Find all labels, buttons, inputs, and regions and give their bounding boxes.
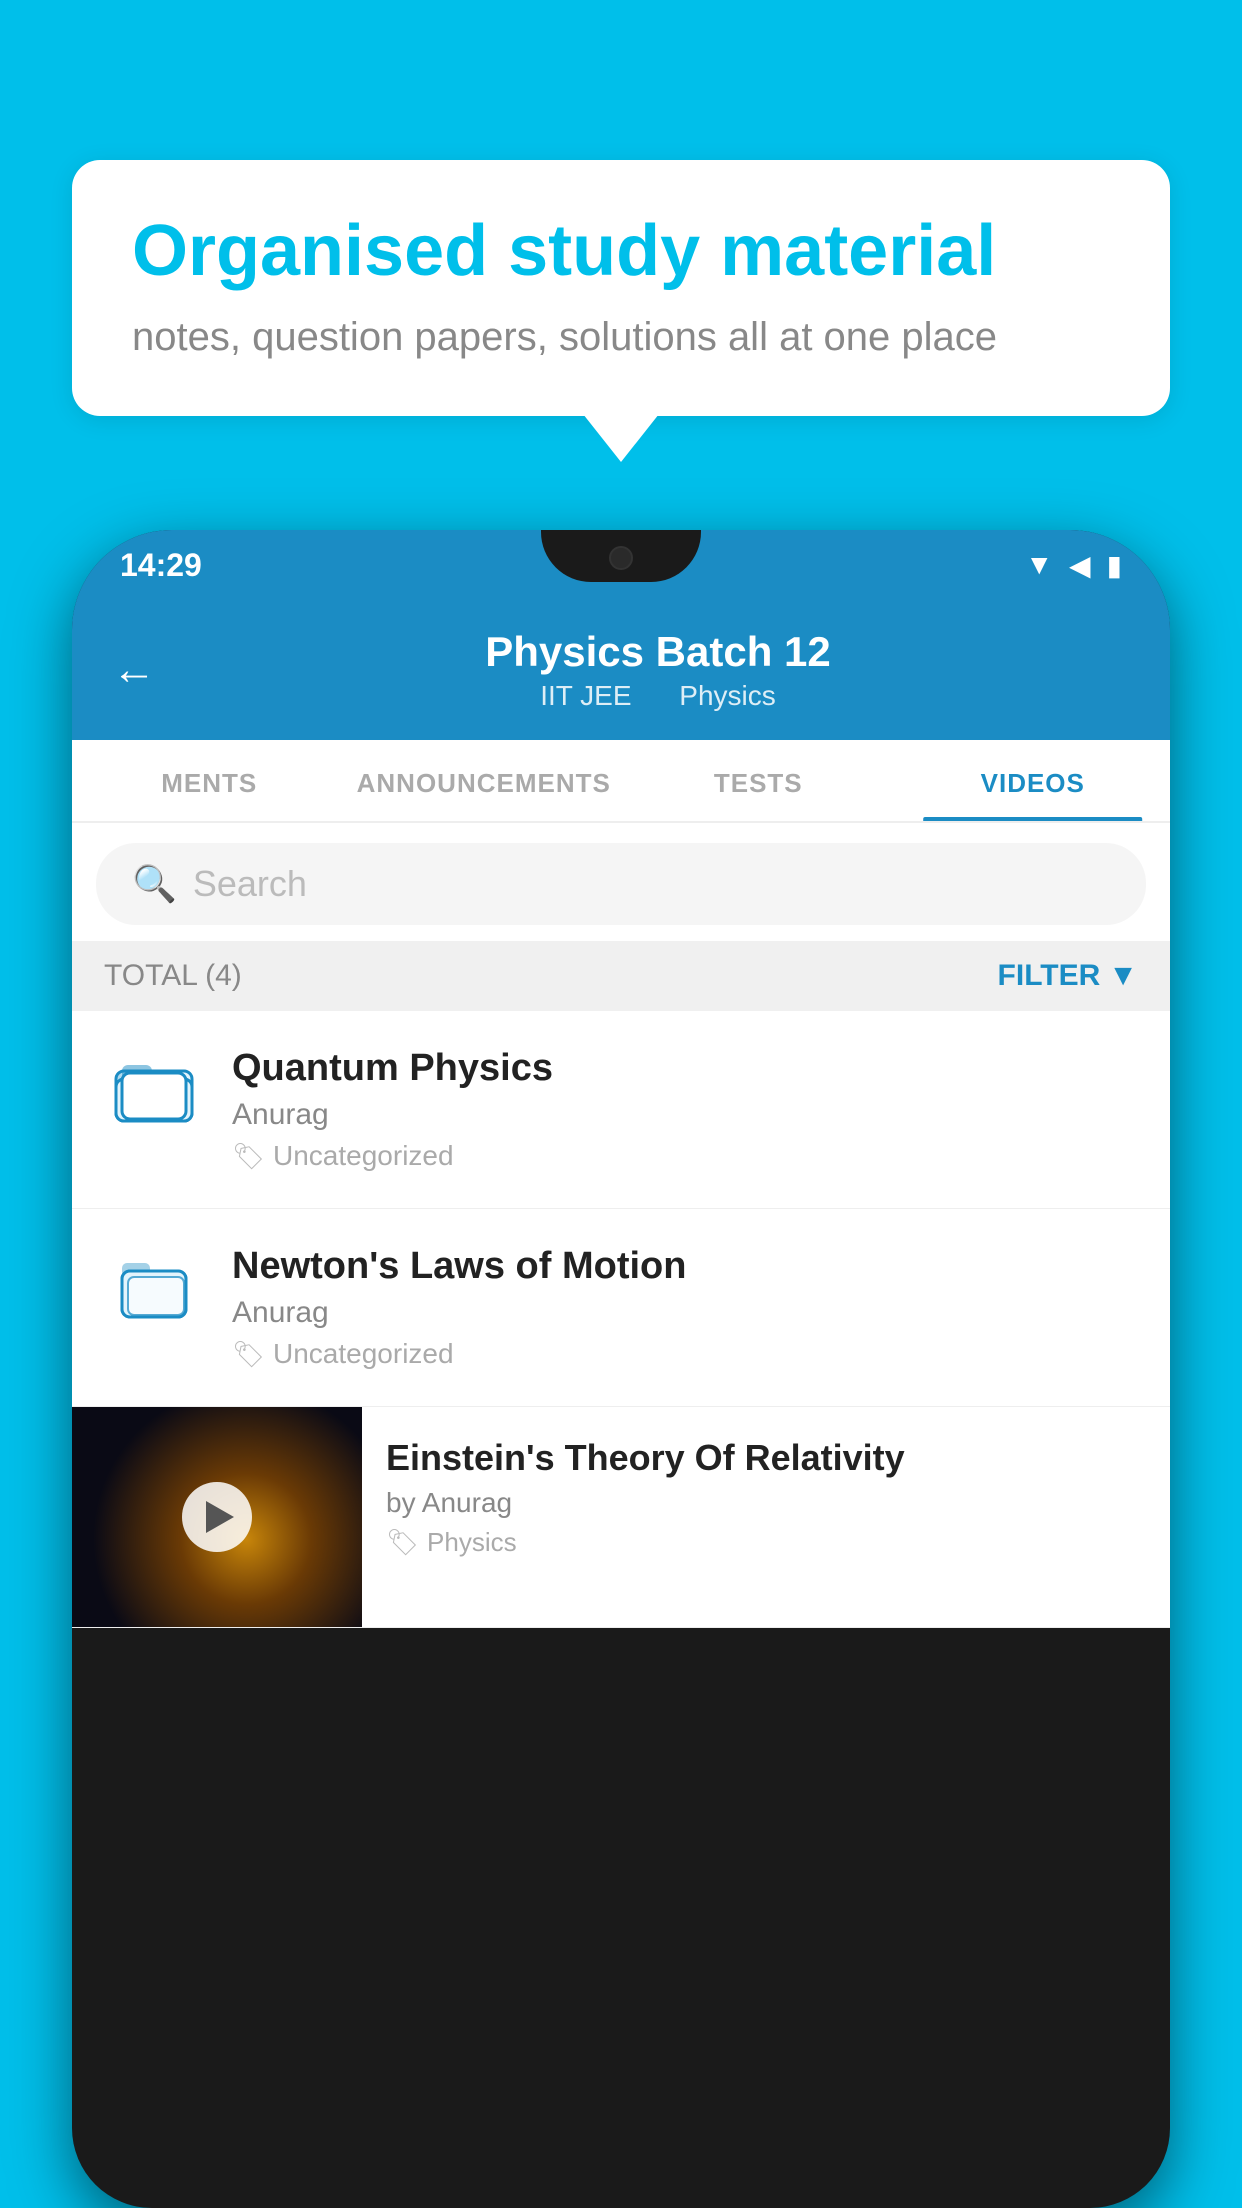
header-tag-iit: IIT JEE bbox=[540, 680, 631, 711]
video-info-2: Newton's Laws of Motion Anurag 🏷 Uncateg… bbox=[232, 1245, 1138, 1370]
folder-icon bbox=[114, 1051, 194, 1123]
video-author-1: Anurag bbox=[232, 1098, 1138, 1132]
search-placeholder: Search bbox=[193, 863, 307, 905]
speech-bubble: Organised study material notes, question… bbox=[72, 160, 1170, 416]
filter-button[interactable]: FILTER ▼ bbox=[998, 959, 1138, 993]
search-icon: 🔍 bbox=[132, 863, 177, 905]
header-tags: IIT JEE Physics bbox=[186, 680, 1130, 712]
list-item[interactable]: Quantum Physics Anurag 🏷 Uncategorized bbox=[72, 1011, 1170, 1209]
video-title-2: Newton's Laws of Motion bbox=[232, 1245, 1138, 1288]
play-button[interactable] bbox=[182, 1482, 252, 1552]
folder-thumb-1 bbox=[104, 1047, 204, 1123]
video-tag-einstein: 🏷 Physics bbox=[386, 1527, 1146, 1558]
folder-thumb-2 bbox=[104, 1245, 204, 1321]
header-tag-physics: Physics bbox=[679, 680, 775, 711]
phone-frame: 14:29 ▼ ◀ ▮ ← Physics Batch 12 IIT JEE P… bbox=[72, 530, 1170, 2208]
header-title: Physics Batch 12 bbox=[186, 628, 1130, 676]
status-icons: ▼ ◀ ▮ bbox=[1025, 549, 1122, 582]
video-info-einstein: Einstein's Theory Of Relativity by Anura… bbox=[362, 1407, 1170, 1588]
video-tag-2: 🏷 Uncategorized bbox=[232, 1338, 1138, 1370]
folder-icon bbox=[114, 1249, 194, 1321]
video-list: Quantum Physics Anurag 🏷 Uncategorized bbox=[72, 1011, 1170, 1628]
tab-ments[interactable]: MENTS bbox=[72, 740, 347, 821]
tab-announcements[interactable]: ANNOUNCEMENTS bbox=[347, 740, 622, 821]
video-title-1: Quantum Physics bbox=[232, 1047, 1138, 1090]
video-tag-1: 🏷 Uncategorized bbox=[232, 1140, 1138, 1172]
signal-icon: ◀ bbox=[1069, 549, 1091, 582]
tab-videos[interactable]: VIDEOS bbox=[896, 740, 1171, 821]
tag-icon-2: 🏷 bbox=[232, 1339, 265, 1370]
header-center: Physics Batch 12 IIT JEE Physics bbox=[186, 628, 1130, 712]
search-bar-wrapper: 🔍 Search bbox=[72, 823, 1170, 941]
status-bar: 14:29 ▼ ◀ ▮ bbox=[72, 530, 1170, 600]
total-label: TOTAL (4) bbox=[104, 959, 242, 993]
video-info-1: Quantum Physics Anurag 🏷 Uncategorized bbox=[232, 1047, 1138, 1172]
filter-label: FILTER bbox=[998, 959, 1101, 993]
tag-icon-1: 🏷 bbox=[232, 1141, 265, 1172]
battery-icon: ▮ bbox=[1107, 549, 1122, 582]
app-header: ← Physics Batch 12 IIT JEE Physics bbox=[72, 600, 1170, 740]
video-thumbnail-einstein bbox=[72, 1407, 362, 1627]
filter-icon: ▼ bbox=[1108, 959, 1138, 993]
tab-tests[interactable]: TESTS bbox=[621, 740, 896, 821]
video-author-einstein: by Anurag bbox=[386, 1487, 1146, 1519]
notch bbox=[541, 530, 701, 582]
list-item[interactable]: Newton's Laws of Motion Anurag 🏷 Uncateg… bbox=[72, 1209, 1170, 1407]
search-bar[interactable]: 🔍 Search bbox=[96, 843, 1146, 925]
tab-bar: MENTS ANNOUNCEMENTS TESTS VIDEOS bbox=[72, 740, 1170, 823]
tag-icon-einstein: 🏷 bbox=[386, 1527, 419, 1558]
wifi-icon: ▼ bbox=[1025, 549, 1053, 581]
status-time: 14:29 bbox=[120, 547, 202, 584]
video-title-einstein: Einstein's Theory Of Relativity bbox=[386, 1437, 1146, 1479]
notch-camera bbox=[609, 546, 633, 570]
bubble-title: Organised study material bbox=[132, 212, 1110, 291]
video-author-2: Anurag bbox=[232, 1296, 1138, 1330]
back-button[interactable]: ← bbox=[112, 645, 156, 695]
filter-row: TOTAL (4) FILTER ▼ bbox=[72, 941, 1170, 1011]
bubble-subtitle: notes, question papers, solutions all at… bbox=[132, 315, 1110, 360]
play-icon bbox=[206, 1501, 234, 1533]
list-item[interactable]: Einstein's Theory Of Relativity by Anura… bbox=[72, 1407, 1170, 1628]
